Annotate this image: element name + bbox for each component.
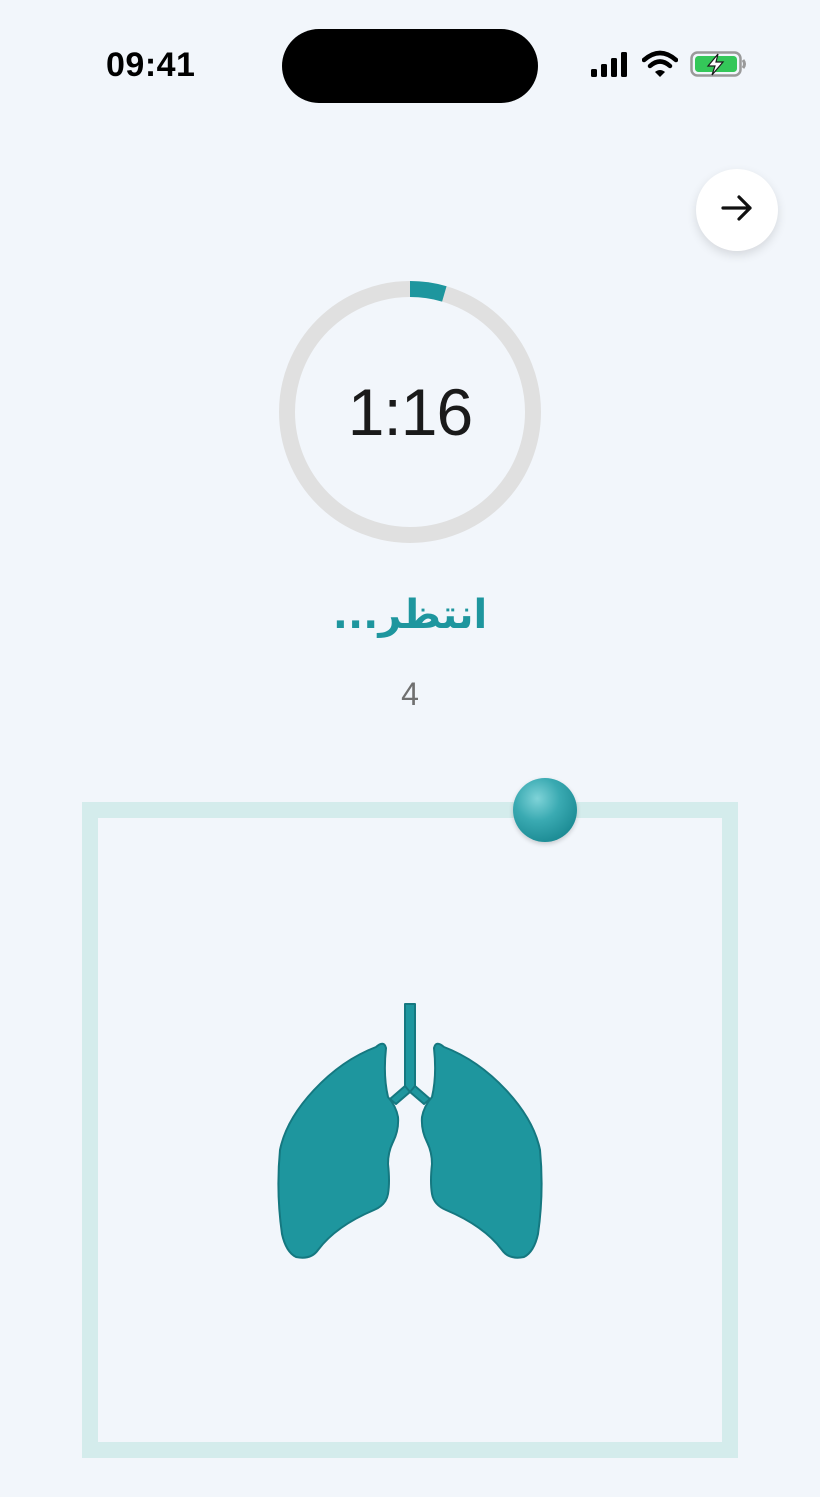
status-icons <box>590 50 748 82</box>
cellular-signal-icon <box>590 50 630 82</box>
next-button[interactable] <box>696 169 778 251</box>
dynamic-island <box>282 29 538 103</box>
lungs-icon <box>277 1003 543 1259</box>
arrow-right-icon <box>717 188 757 232</box>
breathing-indicator-ball <box>513 778 577 842</box>
breath-phase-label: انتظر... <box>332 592 488 638</box>
battery-charging-icon <box>690 50 748 82</box>
status-time: 09:41 <box>106 46 196 84</box>
breath-count: 4 <box>401 676 419 712</box>
timer-display: 1:16 <box>347 375 473 449</box>
wifi-icon <box>641 50 679 82</box>
